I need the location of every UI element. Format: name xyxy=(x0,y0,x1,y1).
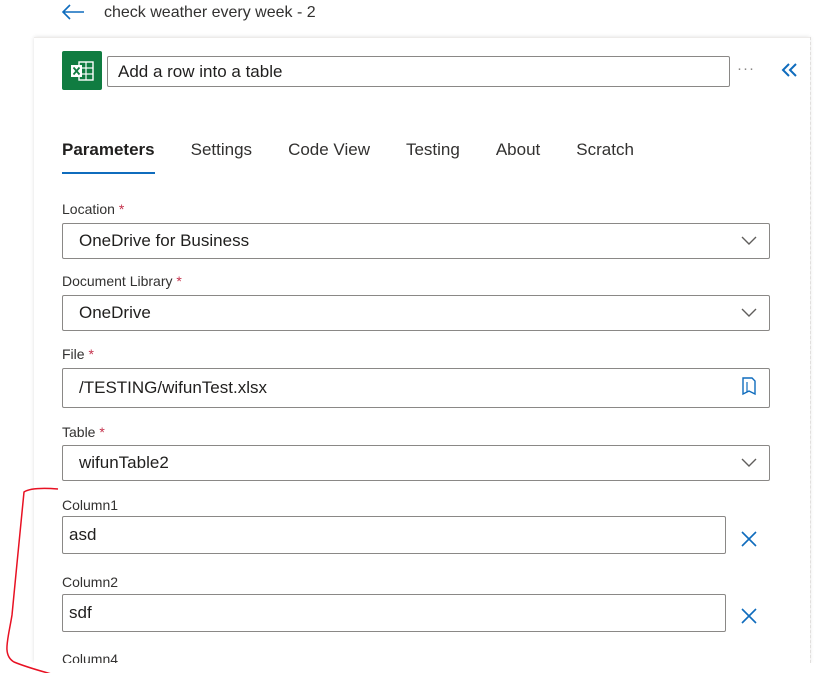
file-picker-icon[interactable] xyxy=(741,377,757,397)
table-label: Table * xyxy=(62,424,105,440)
column2-label: Column2 xyxy=(62,574,119,590)
file-input[interactable]: /TESTING/wifunTest.xlsx xyxy=(62,368,770,408)
document-library-value: OneDrive xyxy=(79,303,151,322)
tab-bar: Parameters Settings Code View Testing Ab… xyxy=(62,140,670,174)
location-value: OneDrive for Business xyxy=(79,231,250,250)
collapse-chevron-icon[interactable] xyxy=(781,62,799,78)
action-name-input[interactable]: Add a row into a table xyxy=(107,56,730,87)
action-panel xyxy=(34,37,810,663)
bottom-edge xyxy=(0,663,822,673)
close-icon[interactable] xyxy=(740,530,758,548)
tab-about[interactable]: About xyxy=(496,140,540,174)
file-label: File * xyxy=(62,346,94,362)
chevron-down-icon xyxy=(741,308,757,317)
location-label: Location * xyxy=(62,201,125,217)
column2-input[interactable]: sdf xyxy=(62,594,726,632)
document-library-label: Document Library * xyxy=(62,273,182,289)
top-bar: check weather every week - 2 xyxy=(0,0,822,32)
table-value: wifunTable2 xyxy=(79,453,169,472)
close-icon[interactable] xyxy=(740,607,758,625)
document-library-dropdown[interactable]: OneDrive xyxy=(62,295,770,331)
scroll-gutter[interactable] xyxy=(810,37,822,663)
more-options-button[interactable]: ··· xyxy=(737,60,755,77)
tab-code-view[interactable]: Code View xyxy=(288,140,370,174)
column1-input[interactable]: asd xyxy=(62,516,726,554)
excel-icon xyxy=(62,51,102,90)
flow-title: check weather every week - 2 xyxy=(104,4,316,21)
tab-testing[interactable]: Testing xyxy=(406,140,460,174)
table-dropdown[interactable]: wifunTable2 xyxy=(62,445,770,481)
tab-scratch[interactable]: Scratch xyxy=(576,140,634,174)
column1-label: Column1 xyxy=(62,497,119,513)
location-dropdown[interactable]: OneDrive for Business xyxy=(62,223,770,259)
back-arrow-icon[interactable] xyxy=(60,2,86,22)
tab-parameters[interactable]: Parameters xyxy=(62,140,155,174)
tab-settings[interactable]: Settings xyxy=(191,140,252,174)
chevron-down-icon xyxy=(741,458,757,467)
file-value: /TESTING/wifunTest.xlsx xyxy=(79,378,267,397)
chevron-down-icon xyxy=(741,236,757,245)
